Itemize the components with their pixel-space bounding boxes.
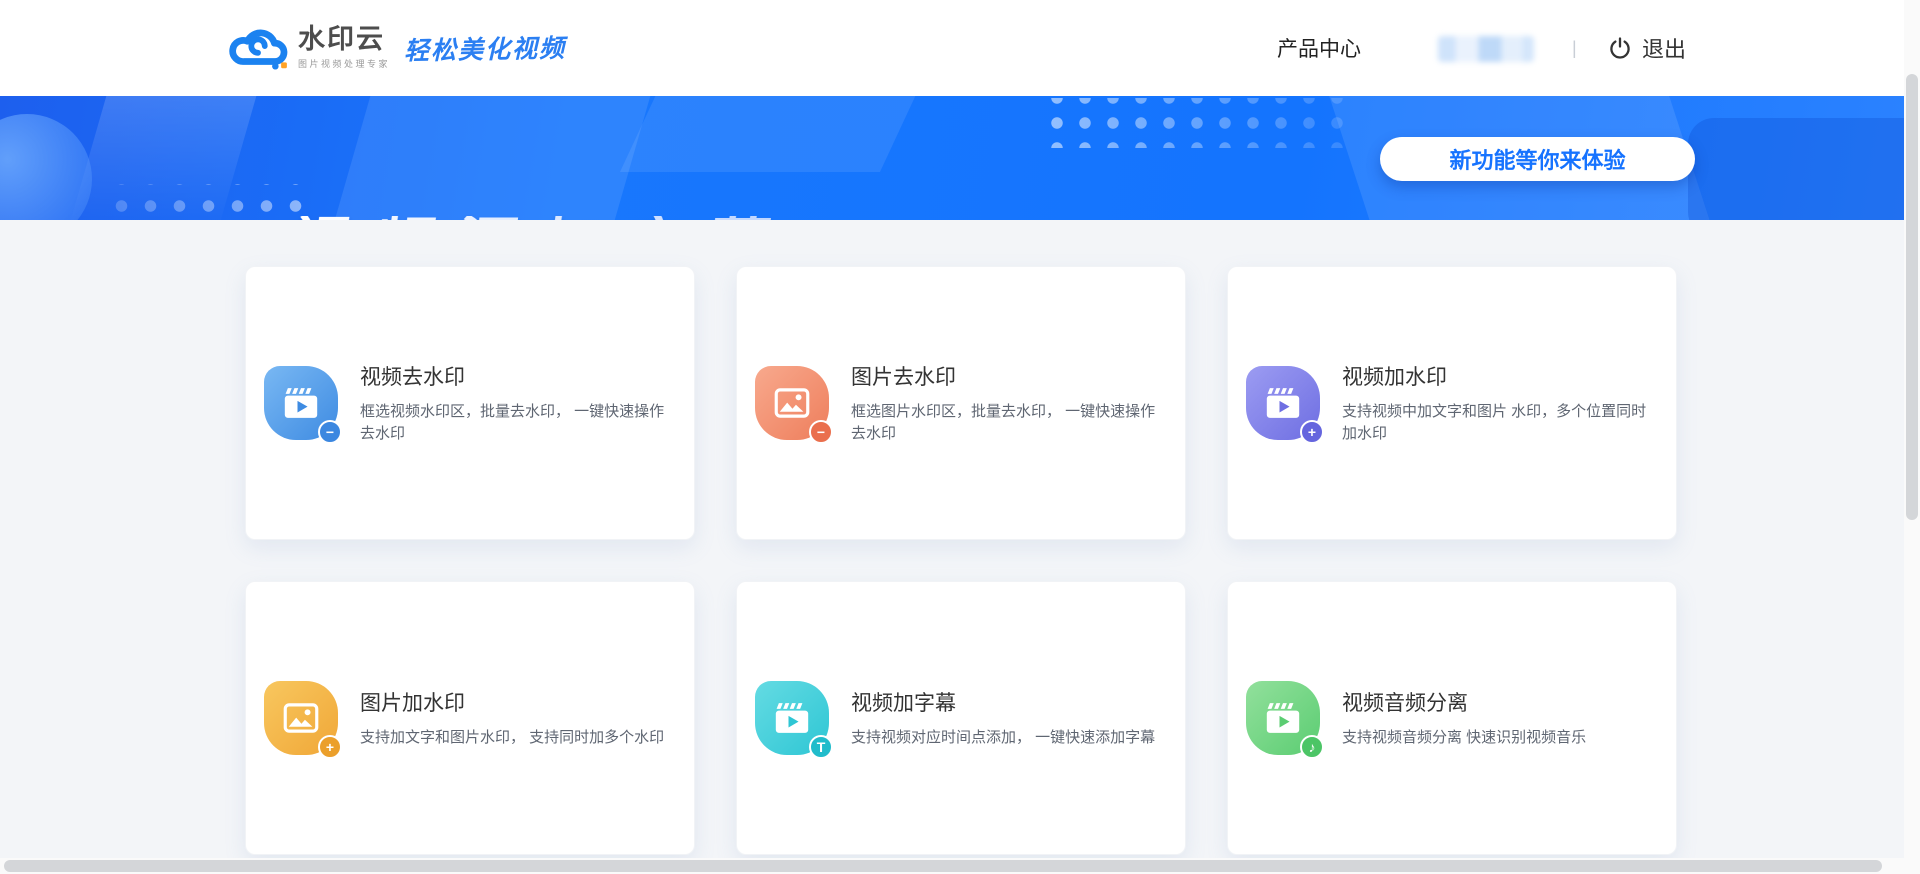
hero-banner: 视频添加字幕 新功能等你来体验 (0, 96, 1904, 220)
image-add-watermark-icon: + (264, 681, 338, 755)
card-title: 图片加水印 (360, 687, 664, 717)
top-header: 水印云 图片视频处理专家 轻松美化视频 产品中心 | 退出 (0, 0, 1904, 96)
picture-icon (771, 382, 813, 424)
logout-label: 退出 (1642, 32, 1686, 64)
card-image-remove-watermark[interactable]: − 图片去水印 框选图片水印区，批量去水印， 一键快速操作去水印 (736, 266, 1186, 540)
image-remove-watermark-icon: − (755, 366, 829, 440)
power-icon (1608, 36, 1632, 60)
nav-product-center[interactable]: 产品中心 (1277, 0, 1361, 96)
card-title: 图片去水印 (851, 361, 1165, 391)
banner-decor-shape (332, 96, 652, 220)
film-clapper-icon (1262, 697, 1304, 739)
banner-decor-blob (1688, 118, 1904, 220)
card-video-add-watermark[interactable]: + 视频加水印 支持视频中加文字和图片 水印，多个位置同时加水印 (1227, 266, 1677, 540)
video-add-watermark-icon: + (1246, 366, 1320, 440)
card-desc: 框选视频水印区，批量去水印， 一键快速操作去水印 (360, 401, 674, 445)
card-desc: 支持视频对应时间点添加， 一键快速添加字幕 (851, 727, 1155, 749)
banner-title: 视频添加字幕 (284, 216, 797, 220)
minus-badge-icon: − (809, 420, 833, 444)
plus-badge-icon: + (318, 735, 342, 759)
header-divider: | (1572, 0, 1577, 96)
video-remove-watermark-icon: − (264, 366, 338, 440)
logout-button[interactable]: 退出 (1608, 0, 1686, 96)
logo-name: 水印云 (298, 26, 390, 53)
banner-dots-pattern (106, 184, 311, 220)
logo-slogan: 轻松美化视频 (404, 29, 567, 68)
cloud-logo-icon (228, 23, 290, 73)
card-title: 视频去水印 (360, 361, 674, 391)
card-video-audio-separate[interactable]: ♪ 视频音频分离 支持视频音频分离 快速识别视频音乐 (1227, 581, 1677, 855)
horizontal-scrollbar-thumb[interactable] (4, 860, 1882, 872)
logo-subtitle: 图片视频处理专家 (298, 57, 390, 70)
vertical-scrollbar-thumb[interactable] (1906, 74, 1918, 520)
card-title: 视频加字幕 (851, 687, 1155, 717)
logo[interactable]: 水印云 图片视频处理专家 轻松美化视频 (228, 20, 566, 76)
horizontal-scrollbar-track[interactable] (0, 858, 1904, 874)
film-clapper-icon (771, 697, 813, 739)
banner-dots-pattern (1042, 98, 1352, 148)
subtitle-T-badge-icon: T (809, 735, 833, 759)
user-name-blurred[interactable] (1438, 36, 1534, 62)
film-clapper-icon (1262, 382, 1304, 424)
film-clapper-icon (280, 382, 322, 424)
card-title: 视频音频分离 (1342, 687, 1586, 717)
page: 水印云 图片视频处理专家 轻松美化视频 产品中心 | 退出 视频添加字幕 新功能… (0, 0, 1920, 874)
picture-icon (280, 697, 322, 739)
card-title: 视频加水印 (1342, 361, 1656, 391)
vertical-scrollbar-track[interactable] (1904, 0, 1920, 874)
minus-badge-icon: − (318, 420, 342, 444)
card-desc: 框选图片水印区，批量去水印， 一键快速操作去水印 (851, 401, 1165, 445)
card-desc: 支持视频音频分离 快速识别视频音乐 (1342, 727, 1586, 749)
card-desc: 支持视频中加文字和图片 水印，多个位置同时加水印 (1342, 401, 1656, 445)
card-video-remove-watermark[interactable]: − 视频去水印 框选视频水印区，批量去水印， 一键快速操作去水印 (245, 266, 695, 540)
music-note-badge-icon: ♪ (1300, 735, 1324, 759)
banner-decor-shape (620, 96, 920, 172)
plus-badge-icon: + (1300, 420, 1324, 444)
new-feature-cta-button[interactable]: 新功能等你来体验 (1380, 137, 1695, 181)
banner-decor-circle (0, 114, 92, 220)
video-audio-separate-icon: ♪ (1246, 681, 1320, 755)
card-image-add-watermark[interactable]: + 图片加水印 支持加文字和图片水印， 支持同时加多个水印 (245, 581, 695, 855)
card-desc: 支持加文字和图片水印， 支持同时加多个水印 (360, 727, 664, 749)
card-video-add-subtitle[interactable]: T 视频加字幕 支持视频对应时间点添加， 一键快速添加字幕 (736, 581, 1186, 855)
video-add-subtitle-icon: T (755, 681, 829, 755)
